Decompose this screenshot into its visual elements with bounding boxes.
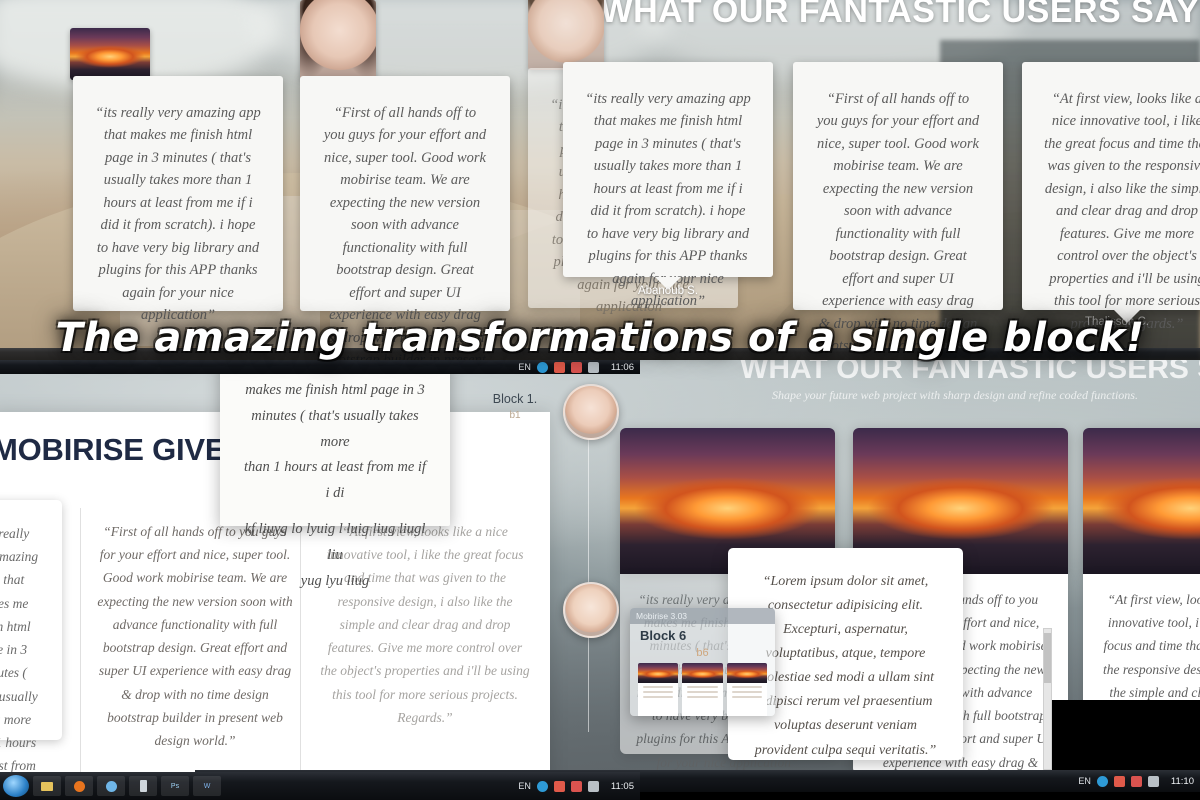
network-icon[interactable] — [536, 361, 548, 373]
mobirise-app-window[interactable]: Mobirise 3.03 Block 6 b6 — [630, 608, 775, 716]
block-tag: b6 — [696, 647, 709, 659]
testimonial-author: Thalisson C. — [1085, 316, 1149, 328]
signal-icon[interactable] — [587, 361, 599, 373]
testimonial-author: Abanoub S. — [637, 285, 699, 297]
avatar-thumb-sunset — [70, 28, 150, 80]
floating-text-card: makes me finish html page in 3 minutes (… — [220, 360, 450, 589]
clock[interactable]: 11:05 — [605, 781, 634, 792]
testimonial-card: “First of all hands off to you guys for … — [793, 62, 1003, 354]
tooltip-line: kf liuyg lo lyuig l luig liug liugl liu — [244, 520, 426, 563]
block-name: Block 6 — [640, 628, 687, 643]
avatar-portrait — [300, 0, 376, 80]
window-titlebar[interactable]: Mobirise 3.03 — [630, 608, 775, 624]
bottom-hero-subtitle: Shape your future web project with sharp… — [772, 388, 1138, 402]
block-thumbnail[interactable] — [726, 663, 767, 716]
taskbar-mid[interactable]: EN 11:06 — [0, 360, 640, 374]
system-tray[interactable]: EN 11:06 — [518, 361, 640, 373]
testimonial-quote: “At first view, looks like a nice innova… — [1044, 91, 1200, 332]
antivirus-icon[interactable] — [570, 780, 582, 792]
block-thumbnail-row[interactable] — [630, 659, 775, 716]
bottom-composite-screenshot: MOBIRISE GIVES YOU “its really very amaz… — [0, 360, 1200, 800]
language-indicator[interactable]: EN — [1078, 776, 1091, 786]
column-divider — [80, 508, 81, 778]
taskbar-word-item[interactable]: W — [193, 776, 221, 796]
tooltip-line: yug lyu liug — [300, 572, 370, 589]
top-hero-title: WHAT OUR FANTASTIC USERS SAY — [600, 0, 1200, 30]
screenshot-canvas: WHAT OUR FANTASTIC USERS SAY “its really… — [0, 0, 1200, 800]
taskbar-explorer-item[interactable] — [33, 776, 61, 796]
taskbar-photoshop-item[interactable]: Ps — [161, 776, 189, 796]
taskbar-left[interactable]: Ps W EN 11:05 — [0, 772, 640, 800]
testimonial-card: “its really very amazing app that makes … — [563, 62, 773, 309]
block-label: Block 1. — [492, 392, 538, 406]
block-tag: b1 — [509, 410, 521, 421]
testimonial-card: “First of all hands off to you guys for … — [300, 76, 510, 360]
tooltip-line: minutes ( that's usually takes more — [251, 407, 419, 450]
block-thumbnail[interactable] — [638, 663, 679, 716]
start-button[interactable] — [3, 775, 29, 797]
system-tray[interactable]: EN 11:10 — [1078, 775, 1200, 787]
taskbar-chrome-item[interactable] — [97, 776, 125, 796]
security-icon[interactable] — [553, 361, 565, 373]
testimonial-quote: “its really very amazing app that makes … — [0, 526, 39, 796]
tooltip-line: than 1 hours at least from me if i di — [244, 459, 426, 502]
clock[interactable]: 11:06 — [605, 362, 634, 373]
taskbar-firefox-item[interactable] — [65, 776, 93, 796]
language-indicator[interactable]: EN — [518, 362, 531, 372]
avatar-portrait — [528, 0, 604, 70]
taskbar-mobirise-item[interactable] — [129, 776, 157, 796]
signal-icon[interactable] — [587, 780, 599, 792]
bottom-hero-title: WHAT OUR FANTASTIC USERS SAY — [740, 360, 1200, 385]
testimonial-card: “At first view, looks like a nice innova… — [1022, 62, 1200, 332]
tooltip-line: makes me finish html page in 3 — [245, 382, 425, 398]
window-title: Mobirise 3.03 — [636, 611, 688, 621]
testimonial-quote: “First of all hands off to you guys for … — [816, 91, 980, 355]
vertical-scrollbar[interactable] — [1043, 628, 1052, 770]
lorem-text: “Lorem ipsum dolor sit amet, consectetur… — [754, 574, 937, 758]
testimonial-quote: “First of all hands off to you guys for … — [323, 105, 487, 360]
antivirus-icon[interactable] — [570, 361, 582, 373]
avatar-circle — [563, 384, 619, 440]
signal-icon[interactable] — [1147, 775, 1159, 787]
security-icon[interactable] — [553, 780, 565, 792]
tooltip-spacer — [242, 507, 428, 517]
system-tray[interactable]: EN 11:05 — [518, 780, 640, 792]
top-hero-screenshot: WHAT OUR FANTASTIC USERS SAY “its really… — [0, 0, 1200, 360]
taskbar-fragment[interactable] — [0, 348, 1200, 360]
network-icon[interactable] — [536, 780, 548, 792]
photo-card-image — [1083, 428, 1200, 574]
testimonial-card: “its really very amazing app that makes … — [73, 76, 283, 323]
testimonial-quote: “its really very amazing app that makes … — [95, 105, 261, 324]
page-heading-strong: MOBIRISE GIVES — [0, 432, 254, 467]
antivirus-icon[interactable] — [1130, 775, 1142, 787]
left-testimonial-card: “its really very amazing app that makes … — [0, 500, 62, 796]
block-thumbnail[interactable] — [682, 663, 723, 716]
avatar-circle — [563, 582, 619, 638]
language-indicator[interactable]: EN — [518, 781, 531, 791]
network-icon[interactable] — [1096, 775, 1108, 787]
clock[interactable]: 11:10 — [1165, 776, 1194, 787]
security-icon[interactable] — [1113, 775, 1125, 787]
